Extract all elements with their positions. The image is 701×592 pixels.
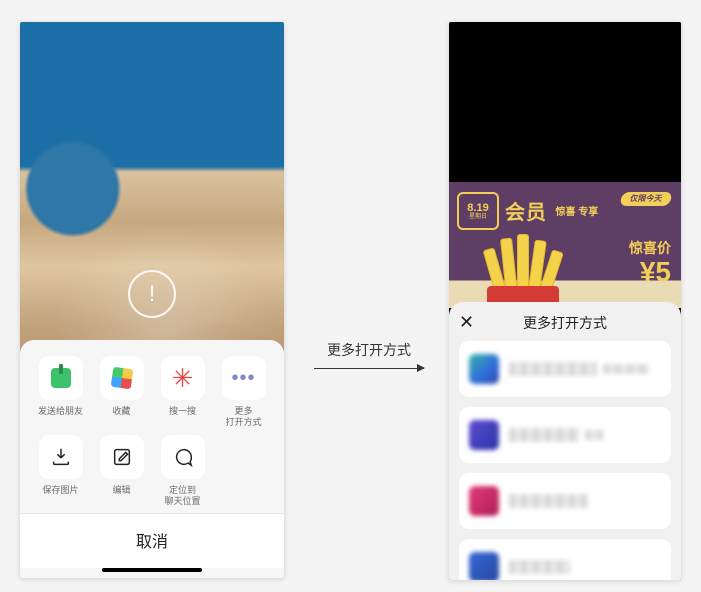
today-only-tag: 仅限今天: [619, 192, 672, 206]
app-icon-4: [469, 552, 499, 580]
promo-banner: 8.19 星期日 会员 惊喜 专享 仅限今天 惊喜价 ¥5: [449, 182, 681, 308]
action-scan[interactable]: ✳ 搜一搜: [152, 356, 213, 429]
app-name-redacted: [509, 492, 661, 510]
sheet-title: 更多打开方式: [459, 313, 671, 333]
action-label: 编辑: [112, 485, 130, 507]
chat-bubble-icon: [161, 435, 205, 479]
action-label: 发送给朋友: [38, 406, 83, 428]
price-value: ¥5: [629, 258, 671, 286]
home-indicator: [102, 568, 202, 572]
edit-icon: [100, 435, 144, 479]
badge-weekday: 星期日: [469, 214, 487, 221]
member-text: 会员: [505, 202, 547, 224]
action-save-image[interactable]: 保存图片: [30, 435, 91, 508]
app-name-redacted: [509, 360, 661, 378]
price-block: 惊喜价 ¥5: [629, 238, 671, 286]
alert-circle-icon: !: [128, 270, 176, 318]
left-phone: ! 发送给朋友 收藏 ✳ 搜一搜 ••• 更多 打开方式: [20, 22, 284, 578]
open-with-sheet: ✕ 更多打开方式: [449, 302, 681, 580]
app-name-redacted: [509, 558, 661, 576]
video-area: [449, 22, 681, 182]
action-favorite[interactable]: 收藏: [91, 356, 152, 429]
list-item[interactable]: [459, 473, 671, 529]
action-label: 收藏: [112, 406, 130, 428]
forward-icon: [39, 356, 83, 400]
app-icon-3: [469, 486, 499, 516]
action-row-1: 发送给朋友 收藏 ✳ 搜一搜 ••• 更多 打开方式: [30, 356, 274, 429]
member-headline: 会员 惊喜 专享: [505, 196, 598, 225]
action-send-friend[interactable]: 发送给朋友: [30, 356, 91, 429]
action-label: 保存图片: [42, 485, 78, 507]
right-phone: 8.19 星期日 会员 惊喜 专享 仅限今天 惊喜价 ¥5 ✕ 更多打开方式: [449, 22, 681, 580]
action-edit[interactable]: 编辑: [91, 435, 152, 508]
fries-illustration: [471, 240, 575, 308]
sheet-header: ✕ 更多打开方式: [449, 302, 681, 341]
arrow-caption: 更多打开方式: [312, 340, 426, 360]
app-icon-1: [469, 354, 499, 384]
list-item[interactable]: [459, 341, 671, 397]
action-label: 更多 打开方式: [225, 406, 261, 429]
flow-arrow: 更多打开方式: [312, 340, 426, 369]
download-icon: [39, 435, 83, 479]
cancel-button[interactable]: 取消: [20, 513, 284, 568]
sparkle-icon: ✳: [161, 356, 205, 400]
list-item[interactable]: [459, 407, 671, 463]
app-list: [449, 341, 681, 580]
price-label: 惊喜价: [629, 238, 671, 258]
app-icon-2: [469, 420, 499, 450]
action-row-2: 保存图片 编辑 定位到 聊天位置: [30, 435, 274, 508]
member-small: 惊喜 专享: [555, 207, 598, 218]
app-name-redacted: [509, 426, 661, 444]
action-sheet: 发送给朋友 收藏 ✳ 搜一搜 ••• 更多 打开方式 保存图片: [20, 340, 284, 578]
favorite-cube-icon: [100, 356, 144, 400]
action-open-more[interactable]: ••• 更多 打开方式: [213, 356, 274, 429]
action-label: 搜一搜: [169, 406, 196, 428]
date-badge: 8.19 星期日: [457, 192, 499, 230]
badge-date: 8.19: [467, 202, 488, 214]
ellipsis-icon: •••: [222, 356, 266, 400]
action-label: 定位到 聊天位置: [164, 485, 200, 508]
action-locate-chat[interactable]: 定位到 聊天位置: [152, 435, 213, 508]
list-item[interactable]: [459, 539, 671, 580]
arrow-right-icon: [314, 368, 424, 369]
